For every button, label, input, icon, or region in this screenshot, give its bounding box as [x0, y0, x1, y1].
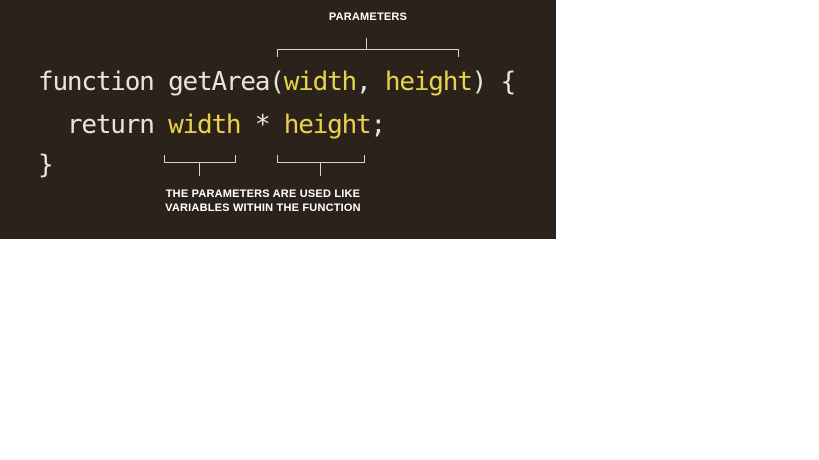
code-multiply-operator: *	[240, 110, 284, 140]
code-line-closing-brace: }	[38, 150, 54, 180]
parameters-label: PARAMETERS	[328, 11, 408, 23]
usage-annotation-line2: VARIABLES WITHIN THE FUNCTION	[165, 202, 361, 214]
usage-annotation-line1: THE PARAMETERS ARE USED LIKE	[165, 188, 361, 200]
height-usage-bracket-stem	[320, 163, 321, 176]
param-width-usage: width	[168, 110, 241, 140]
parameters-bracket	[277, 49, 459, 57]
code-line-return: return width * height;	[38, 110, 387, 140]
code-diagram-panel: PARAMETERS function getArea(width, heigh…	[0, 0, 556, 239]
code-semicolon: ;	[370, 110, 387, 140]
code-param-separator: ,	[356, 67, 385, 97]
param-width-declaration: width	[283, 67, 357, 97]
width-usage-bracket	[164, 155, 236, 163]
height-usage-bracket	[277, 155, 365, 163]
param-height-declaration: height	[384, 67, 473, 97]
code-signature-close: ) {	[471, 67, 517, 97]
code-line-function-declaration: function getArea(width, height) {	[38, 67, 517, 97]
param-height-usage: height	[283, 110, 372, 140]
width-usage-bracket-stem	[199, 163, 200, 176]
code-return-keyword: return	[66, 110, 169, 140]
parameters-bracket-stem	[366, 38, 367, 49]
code-function-signature: function getArea(	[38, 67, 285, 97]
usage-annotation: THE PARAMETERS ARE USED LIKE VARIABLES W…	[165, 187, 361, 215]
